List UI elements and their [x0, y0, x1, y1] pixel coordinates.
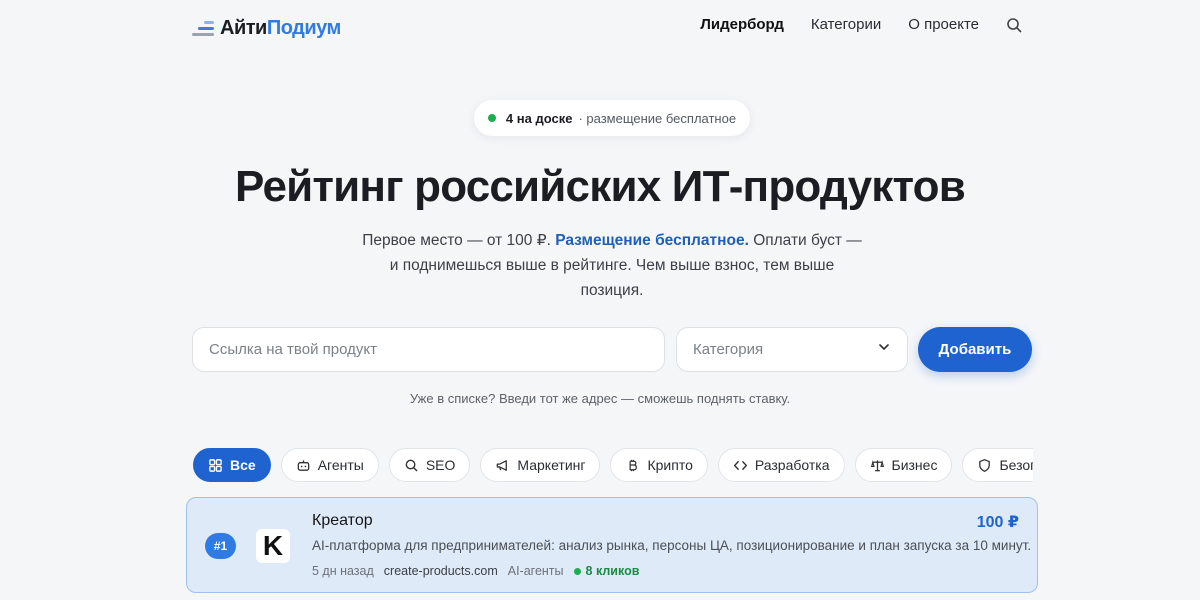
- add-button[interactable]: Добавить: [918, 327, 1032, 372]
- logo-text-part1: Айти: [220, 16, 267, 39]
- chip-security[interactable]: Безопасность: [962, 448, 1033, 482]
- page-title: Рейтинг российских ИТ-продуктов: [235, 162, 966, 211]
- search-icon: [405, 459, 418, 471]
- grid-icon: [209, 458, 222, 472]
- chip-label: Крипто: [647, 457, 693, 473]
- logo[interactable]: АйтиПодиум: [192, 14, 341, 42]
- megaphone-icon: [497, 459, 508, 471]
- header: АйтиПодиум Лидерборд Категории О проекте: [0, 0, 1200, 56]
- category-filter-chips: Все Агенты SEO Маркетинг Крипто Разработ…: [193, 448, 1033, 482]
- nav-about[interactable]: О проекте: [908, 16, 979, 33]
- rank-badge: #1: [205, 533, 236, 559]
- chip-label: Агенты: [317, 457, 364, 473]
- nav-leaderboard[interactable]: Лидерборд: [700, 16, 784, 33]
- product-card[interactable]: #1 K Креатор 100 ₽ AI-платформа для пред…: [186, 497, 1038, 593]
- subtitle-price: Первое место — от 100 ₽.: [362, 232, 551, 249]
- product-clicks: 8 кликов: [573, 564, 640, 578]
- page-subtitle: Первое место — от 100 ₽. Размещение бесп…: [360, 228, 864, 303]
- chip-development[interactable]: Разработка: [717, 448, 845, 482]
- free-placement-note: · размещение бесплатное: [578, 110, 737, 126]
- nav-categories[interactable]: Категории: [811, 16, 881, 33]
- chip-seo[interactable]: SEO: [388, 448, 471, 482]
- code-icon: [733, 460, 747, 470]
- chip-label: Безопасность: [999, 457, 1033, 473]
- chip-label: Разработка: [754, 457, 830, 473]
- chip-label: Бизнес: [891, 457, 938, 473]
- logo-mark-icon: [192, 19, 214, 37]
- form-hint: Уже в списке? Введи тот же адрес — сможе…: [409, 391, 791, 406]
- product-age: 5 дн назад: [312, 564, 374, 578]
- subtitle-highlight: Размещение бесплатное.: [555, 232, 749, 249]
- product-description: AI-платформа для предпринимателей: анали…: [312, 538, 1032, 553]
- status-dot-icon: [487, 114, 496, 122]
- product-clicks-count: 8 кликов: [585, 564, 640, 578]
- search-icon[interactable]: [1006, 17, 1022, 33]
- product-name[interactable]: Креатор: [312, 512, 373, 530]
- chevron-down-icon: [877, 340, 891, 359]
- logo-text-part2: Подиум: [266, 16, 341, 39]
- product-logo: K: [256, 529, 290, 563]
- chip-label: Все: [230, 457, 256, 473]
- chip-crypto[interactable]: Крипто: [610, 448, 708, 482]
- chip-all[interactable]: Все: [193, 448, 271, 482]
- product-site-link[interactable]: create-products.com: [384, 564, 498, 578]
- shield-icon: [979, 458, 991, 472]
- chip-business[interactable]: Бизнес: [854, 448, 953, 482]
- product-url-input[interactable]: [192, 327, 665, 372]
- board-count: 4 на доске: [505, 110, 573, 126]
- product-logo-letter: K: [262, 530, 284, 561]
- main-nav: Лидерборд Категории О проекте: [700, 16, 1022, 33]
- product-meta: 5 дн назад create-products.com AI-агенты…: [312, 564, 639, 578]
- chip-label: Маркетинг: [517, 457, 586, 473]
- product-category: AI-агенты: [507, 564, 564, 578]
- bitcoin-icon: [630, 459, 638, 471]
- chip-marketing[interactable]: Маркетинг: [480, 448, 601, 482]
- clicks-dot-icon: [573, 567, 581, 575]
- product-price: 100 ₽: [976, 514, 1019, 531]
- chip-label: SEO: [425, 457, 456, 473]
- robot-icon: [297, 459, 309, 471]
- category-select-value: Категория: [693, 341, 764, 358]
- scales-icon: [870, 459, 884, 471]
- logo-text: АйтиПодиум: [220, 17, 341, 40]
- board-count-badge: 4 на доске · размещение бесплатное: [474, 100, 750, 136]
- category-select[interactable]: Категория: [676, 327, 908, 372]
- chip-agents[interactable]: Агенты: [280, 448, 379, 482]
